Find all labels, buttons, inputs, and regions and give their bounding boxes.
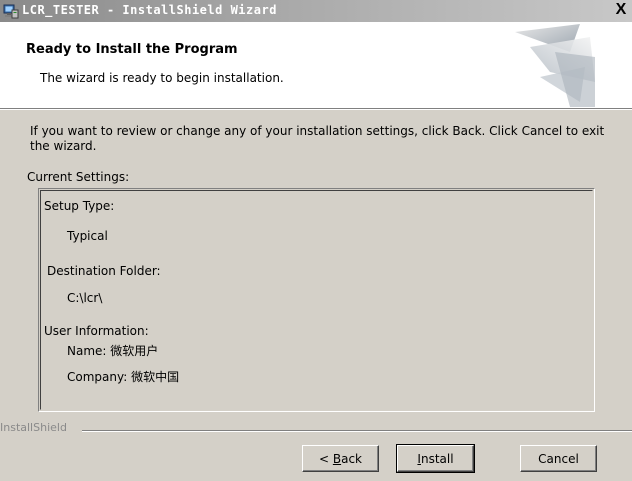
install-rest: nstall — [420, 451, 454, 466]
wizard-header: Ready to Install the Program The wizard … — [0, 22, 632, 109]
installshield-brand: InstallShield — [0, 421, 71, 434]
back-button[interactable]: < Back — [302, 445, 379, 472]
setup-type-value: Typical — [67, 229, 108, 243]
install-button[interactable]: Install — [396, 444, 475, 473]
current-settings-label: Current Settings: — [27, 170, 130, 184]
back-mnemonic: B — [332, 451, 342, 466]
intro-text: If you want to review or change any of y… — [30, 124, 605, 153]
page-subtitle: The wizard is ready to begin installatio… — [40, 71, 284, 85]
user-info-label: User Information: — [44, 324, 149, 338]
installshield-abstract-graphic-icon — [510, 22, 595, 107]
user-name-line: Name: 微软用户 — [67, 344, 159, 358]
header-divider — [0, 109, 632, 110]
installer-dialog: LCR_TESTER - InstallShield Wizard X Read… — [0, 0, 632, 481]
setup-type-label: Setup Type: — [44, 199, 115, 213]
destination-folder-value: C:\lcr\ — [67, 291, 103, 305]
settings-summary-box[interactable]: Setup Type: Typical Destination Folder: … — [38, 188, 595, 412]
footer-divider — [82, 430, 632, 432]
title-bar[interactable]: LCR_TESTER - InstallShield Wizard X — [0, 0, 632, 22]
window-title: LCR_TESTER - InstallShield Wizard — [22, 3, 277, 17]
installer-computer-icon — [3, 3, 19, 19]
back-rest: ack — [341, 451, 362, 466]
destination-folder-label: Destination Folder: — [47, 264, 161, 278]
cancel-button[interactable]: Cancel — [520, 445, 597, 472]
page-title: Ready to Install the Program — [26, 42, 238, 57]
company-line: Company: 微软中国 — [67, 370, 180, 384]
back-prefix: < — [318, 451, 333, 466]
close-icon[interactable]: X — [613, 2, 629, 18]
